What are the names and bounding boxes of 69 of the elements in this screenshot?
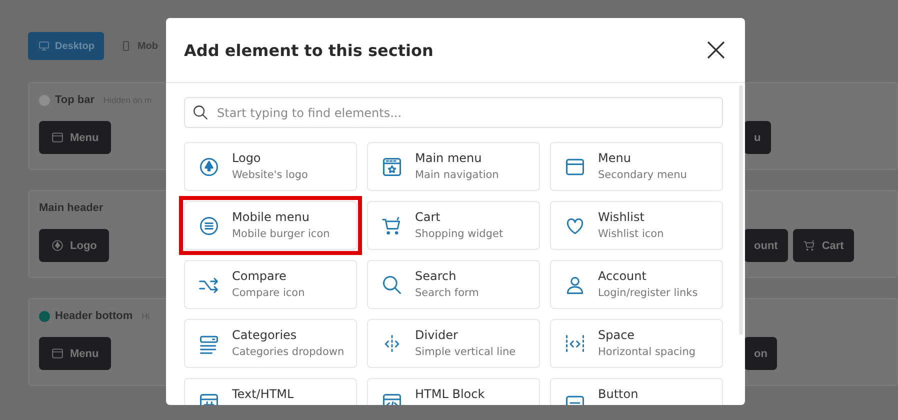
- cart-icon: [381, 215, 403, 237]
- card-subtitle: Search form: [415, 286, 479, 300]
- card-title: Logo: [232, 151, 262, 166]
- card-subtitle: Simple vertical line: [415, 345, 516, 359]
- card-title: Space: [598, 328, 636, 343]
- card-subtitle: Compare icon: [232, 286, 305, 300]
- element-card[interactable]: Search Search form: [367, 260, 540, 309]
- monitor-icon: [38, 40, 50, 52]
- card-subtitle: Categories dropdown: [232, 345, 344, 359]
- card-subtitle: Horizontal spacing: [598, 345, 696, 359]
- card-title: Categories: [232, 328, 298, 343]
- element-card[interactable]: HTML Block: [367, 378, 540, 405]
- card-title: Cart: [415, 210, 442, 225]
- card-title: Main menu: [415, 151, 483, 166]
- close-button[interactable]: [707, 41, 725, 59]
- element-card[interactable]: Divider Simple vertical line: [367, 319, 540, 368]
- element-chip[interactable]: on: [744, 337, 778, 370]
- card-subtitle: Login/register links: [598, 286, 698, 300]
- element-card[interactable]: Wishlist Wishlist icon: [550, 201, 723, 250]
- card-subtitle: Wishlist icon: [598, 227, 664, 241]
- card-title: Account: [598, 269, 648, 284]
- element-chip[interactable]: Menu: [39, 121, 111, 154]
- element-card[interactable]: Logo Website's logo: [184, 142, 357, 191]
- card-subtitle: Website's logo: [232, 168, 308, 182]
- element-card[interactable]: Button: [550, 378, 723, 405]
- card-title: Wishlist: [598, 210, 646, 225]
- card-title: HTML Block: [415, 387, 485, 402]
- tree-circle-icon: [198, 156, 220, 178]
- element-card[interactable]: Account Login/register links: [550, 260, 723, 309]
- card-title: Button: [598, 387, 638, 402]
- list-icon: [198, 333, 220, 355]
- element-card[interactable]: Menu Secondary menu: [550, 142, 723, 191]
- element-chip[interactable]: ount: [744, 229, 788, 262]
- cart-icon: [802, 239, 816, 252]
- element-card[interactable]: Space Horizontal spacing: [550, 319, 723, 368]
- element-chip[interactable]: Logo: [39, 229, 109, 262]
- section-title: Header bottom: [55, 310, 133, 322]
- section-title: Main header: [39, 202, 104, 214]
- window-icon: [564, 156, 586, 178]
- window-icon: [51, 131, 64, 144]
- section-title: Top bar: [55, 94, 95, 106]
- spacing-icon: [564, 333, 586, 355]
- card-title: Text/HTML: [232, 387, 294, 402]
- element-card[interactable]: Text/HTML: [184, 378, 357, 405]
- card-title: Menu: [598, 151, 632, 166]
- search-icon: [192, 104, 209, 121]
- card-subtitle: Shopping widget: [415, 227, 504, 241]
- card-title: Divider: [415, 328, 459, 343]
- card-title: Compare: [232, 269, 288, 284]
- element-card[interactable]: Compare Compare icon: [184, 260, 357, 309]
- element-card[interactable]: Categories Categories dropdown: [184, 319, 357, 368]
- card-subtitle: Main navigation: [415, 168, 499, 182]
- card-title: Mobile menu: [232, 210, 310, 225]
- card-title: Search: [415, 269, 458, 284]
- card-subtitle: Secondary menu: [598, 168, 687, 182]
- element-card[interactable]: Main menu Main navigation: [367, 142, 540, 191]
- user-icon: [564, 274, 586, 296]
- card-subtitle: Mobile burger icon: [232, 227, 330, 241]
- dialog-title: Add element to this section: [184, 40, 434, 60]
- element-chip[interactable]: Cart: [792, 229, 854, 262]
- element-card[interactable]: Mobile menu Mobile burger icon: [184, 201, 357, 250]
- search-icon: [381, 274, 403, 296]
- circle-lines-icon: [198, 215, 220, 237]
- search-field[interactable]: Start typing to find elements...: [184, 97, 723, 128]
- window-icon: [51, 347, 64, 360]
- tree-circle-icon: [51, 239, 64, 252]
- element-card[interactable]: Cart Shopping widget: [367, 201, 540, 250]
- element-chip[interactable]: Menu: [39, 337, 111, 370]
- element-chip[interactable]: u: [744, 121, 771, 154]
